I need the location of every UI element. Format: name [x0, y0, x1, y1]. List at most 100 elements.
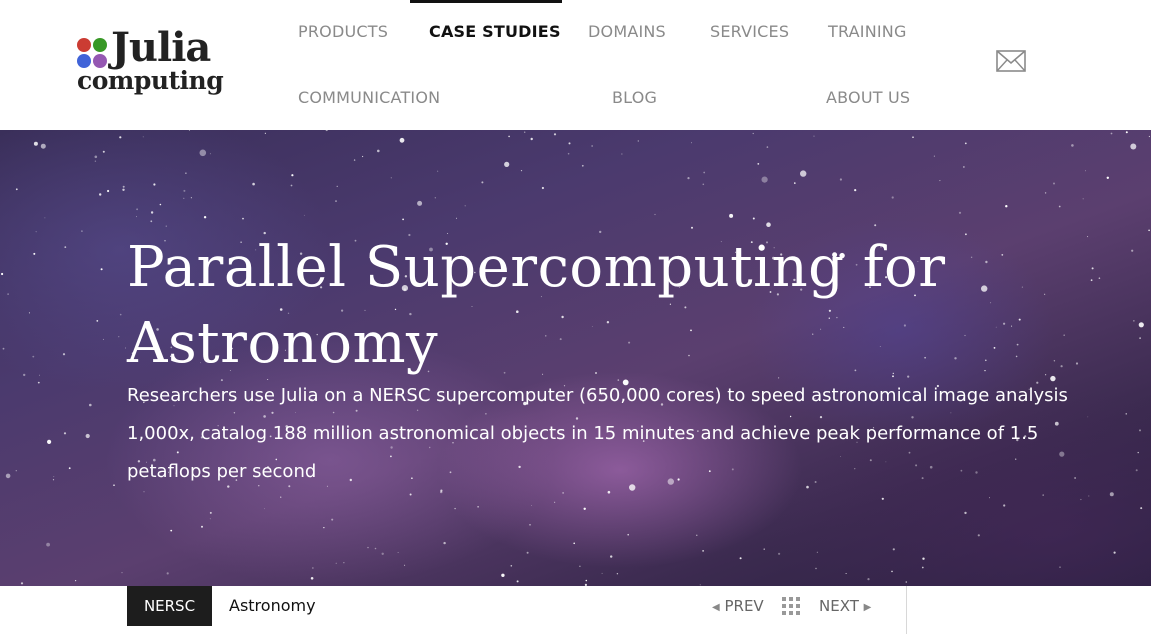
site-header: Julia computing PRODUCTS CASE STUDIES DO…	[0, 0, 1151, 130]
star	[1044, 293, 1046, 295]
star	[800, 170, 807, 177]
star	[2, 347, 5, 350]
nav-services[interactable]: SERVICES	[710, 22, 789, 41]
star	[377, 149, 380, 153]
tag-nersc[interactable]: NERSC	[127, 586, 212, 626]
star	[242, 217, 244, 220]
star	[1088, 495, 1090, 497]
star	[761, 176, 768, 183]
nav-about-us[interactable]: ABOUT US	[826, 88, 910, 107]
star	[763, 548, 765, 550]
green-dot	[93, 38, 107, 52]
star	[1075, 362, 1079, 365]
nav-blog[interactable]: BLOG	[612, 88, 657, 107]
julia-computing-logo[interactable]: Julia computing	[77, 26, 227, 100]
star	[143, 491, 145, 493]
star	[752, 132, 754, 135]
star	[136, 216, 137, 218]
star	[621, 153, 623, 155]
star	[1045, 374, 1047, 376]
star	[336, 185, 338, 187]
star	[53, 476, 55, 478]
star	[526, 551, 529, 554]
star	[96, 320, 99, 322]
prev-button[interactable]: ◀ PREV	[712, 586, 764, 626]
star	[303, 214, 305, 216]
star	[437, 170, 439, 172]
star	[1011, 325, 1013, 327]
star	[331, 518, 334, 521]
star	[15, 470, 17, 472]
star	[958, 211, 962, 214]
star	[520, 170, 523, 172]
nav-case-studies[interactable]: CASE STUDIES	[429, 22, 561, 41]
star	[290, 184, 293, 187]
star	[443, 541, 446, 545]
star	[579, 565, 581, 567]
star	[1098, 277, 1101, 279]
star	[905, 581, 908, 583]
star	[99, 193, 102, 196]
star	[516, 580, 519, 583]
star	[440, 490, 443, 494]
star	[1139, 429, 1141, 432]
star	[591, 145, 593, 147]
next-button[interactable]: NEXT ▶	[819, 586, 871, 626]
star	[399, 137, 405, 143]
star	[1071, 144, 1074, 147]
star	[581, 164, 584, 167]
star	[362, 155, 364, 158]
star	[1085, 170, 1086, 172]
nav-training[interactable]: TRAINING	[828, 22, 907, 41]
star	[1131, 249, 1134, 252]
star	[183, 189, 186, 192]
star	[402, 218, 404, 221]
star	[813, 135, 815, 137]
star	[531, 505, 532, 506]
star	[203, 216, 207, 219]
star	[481, 181, 484, 184]
star	[102, 338, 104, 340]
star	[1109, 492, 1114, 497]
star	[310, 577, 314, 580]
star	[815, 567, 817, 570]
star	[922, 557, 925, 560]
star	[118, 336, 120, 338]
star	[150, 220, 153, 223]
caret-left-icon: ◀	[712, 602, 720, 613]
star	[524, 131, 526, 133]
tag-astronomy[interactable]: Astronomy	[229, 586, 316, 626]
nav-communication[interactable]: COMMUNICATION	[298, 88, 440, 107]
star	[454, 507, 456, 510]
nav-products[interactable]: PRODUCTS	[298, 22, 388, 41]
star	[627, 533, 629, 536]
star	[573, 542, 575, 545]
star	[1139, 337, 1141, 339]
star	[33, 141, 38, 146]
divider	[906, 586, 907, 634]
star	[102, 150, 105, 153]
star	[434, 197, 436, 199]
star	[702, 550, 704, 552]
envelope-icon[interactable]	[996, 50, 1026, 72]
star	[113, 484, 115, 487]
star	[1053, 360, 1056, 362]
star	[1148, 135, 1150, 138]
star	[891, 196, 894, 199]
star	[921, 566, 924, 569]
star	[75, 580, 77, 582]
star	[1087, 236, 1089, 238]
star	[989, 497, 990, 499]
star	[912, 136, 914, 138]
star	[687, 177, 690, 180]
grid-icon[interactable]	[782, 597, 800, 615]
star	[691, 226, 693, 229]
star	[1018, 318, 1021, 321]
nav-domains[interactable]: DOMAINS	[588, 22, 666, 41]
star	[739, 557, 742, 560]
star	[170, 529, 173, 532]
star	[15, 188, 18, 191]
star	[867, 578, 870, 581]
star	[1044, 192, 1047, 194]
star	[142, 136, 144, 138]
